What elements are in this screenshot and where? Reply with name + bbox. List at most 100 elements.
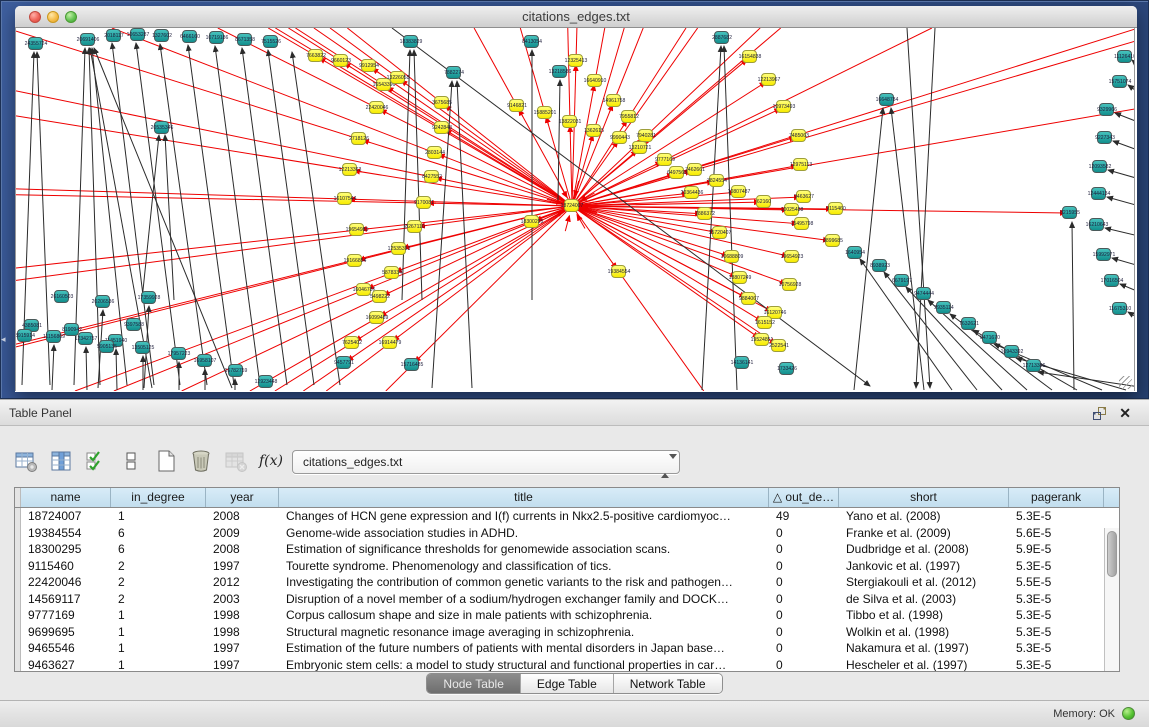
graph-node[interactable]: 2935114	[936, 301, 951, 314]
graph-node[interactable]: 18383829	[403, 35, 418, 48]
close-window-button[interactable]	[29, 11, 41, 23]
graph-node[interactable]: 20206536	[95, 295, 110, 308]
minimize-window-button[interactable]	[47, 11, 59, 23]
network-canvas[interactable]: 2435572420691406201811710653287132760264…	[15, 28, 1135, 391]
graph-node[interactable]: 2887682	[714, 31, 729, 44]
graph-node[interactable]: 10943392	[1004, 345, 1019, 358]
scrollbar-thumb[interactable]	[1107, 531, 1117, 577]
graph-node[interactable]: 6497568	[669, 166, 684, 179]
graph-node[interactable]: 26160503	[54, 290, 69, 303]
graph-node[interactable]: 1327602	[154, 29, 169, 42]
graph-node[interactable]: 24355724	[28, 37, 43, 50]
graph-node[interactable]: 19654985	[349, 223, 364, 236]
graph-node[interactable]: 1362615	[586, 124, 601, 137]
graph-node[interactable]: 9146821	[509, 99, 524, 112]
column-header-out_de[interactable]: △ out_de…	[769, 488, 839, 507]
table-row[interactable]: 1456911722003Disruption of a novel membe…	[15, 591, 1119, 608]
graph-node[interactable]: 7886372	[697, 207, 712, 220]
tab-network-table[interactable]: Network Table	[614, 674, 722, 693]
graph-node[interactable]: 3915914	[17, 329, 32, 342]
graph-node[interactable]: 9884067	[741, 292, 756, 305]
tab-edge-table[interactable]: Edge Table	[521, 674, 614, 693]
graph-node[interactable]: 19654923	[784, 250, 799, 263]
column-header-name[interactable]: name	[21, 488, 111, 507]
graph-node[interactable]: 17359928	[141, 291, 156, 304]
graph-node[interactable]: 20691406	[80, 33, 95, 46]
graph-node[interactable]: 15751074	[1112, 75, 1127, 88]
graph-node[interactable]: 16046786	[356, 283, 371, 296]
graph-node[interactable]: 9777169	[657, 153, 672, 166]
graph-node[interactable]: 17016504	[1104, 274, 1119, 287]
graph-node[interactable]: 12535393	[391, 242, 406, 255]
graph-node[interactable]: 13226058	[390, 71, 405, 84]
graph-node[interactable]: 9242848	[434, 121, 449, 134]
graph-node[interactable]: 22420046	[369, 101, 384, 114]
table-settings-icon[interactable]	[14, 449, 38, 473]
graph-node[interactable]: 3675685	[434, 96, 449, 109]
graph-node[interactable]: 5878334	[384, 266, 399, 279]
graph-node[interactable]: 14961758	[606, 94, 621, 107]
graph-node[interactable]: 10653287	[130, 28, 145, 41]
graph-node[interactable]: 13210721	[632, 141, 647, 154]
graph-node[interactable]: 10756928	[782, 278, 797, 291]
graph-node[interactable]: 1733426	[779, 362, 794, 375]
graph-node[interactable]: 20364436	[684, 186, 699, 199]
graph-node[interactable]: 13218586	[552, 65, 567, 78]
graph-node[interactable]: 9990443	[612, 131, 627, 144]
graph-node[interactable]: 7955812	[621, 110, 636, 123]
graph-node[interactable]: 11156869	[46, 330, 61, 343]
graph-node[interactable]: 6679197	[894, 274, 909, 287]
graph-node[interactable]: 8267110	[407, 220, 422, 233]
graph-node[interactable]: 20535346	[154, 121, 169, 134]
graph-node[interactable]: 5905135	[99, 340, 114, 353]
graph-node[interactable]: 15885201	[537, 106, 552, 119]
table-row[interactable]: 2242004622012Investigating the contribut…	[15, 574, 1119, 591]
graph-node[interactable]: 12213967	[761, 73, 776, 86]
graph-node[interactable]: 10719186	[209, 31, 224, 44]
graph-node[interactable]: 7625402	[344, 336, 359, 349]
table-row[interactable]: 969969511998Structural magnetic resonanc…	[15, 624, 1119, 641]
graph-node[interactable]: 8427552	[424, 170, 439, 183]
memory-status-indicator[interactable]	[1122, 707, 1135, 720]
column-checklist-icon[interactable]	[84, 449, 108, 473]
graph-node[interactable]: 7882274	[446, 66, 461, 79]
graph-node[interactable]: 15495798	[794, 217, 809, 230]
graph-node[interactable]: 2803144	[427, 146, 442, 159]
graph-node[interactable]: 7663822	[308, 49, 323, 62]
graph-node[interactable]: 16099489	[369, 311, 384, 324]
table-row[interactable]: 1872400712008Changes of HCN gene express…	[15, 508, 1119, 525]
graph-node[interactable]: 7515526	[263, 35, 278, 48]
graph-node[interactable]: 8215955	[1062, 206, 1077, 219]
graph-node[interactable]: 16640910	[587, 74, 602, 87]
graph-node[interactable]: 12444134	[1091, 187, 1106, 200]
float-panel-icon[interactable]	[1092, 406, 1107, 421]
graph-node[interactable]: 9660123	[333, 54, 348, 67]
graph-node[interactable]: 6466160	[182, 30, 197, 43]
column-header-short[interactable]: short	[839, 488, 1009, 507]
panel-collapse-arrow-icon[interactable]: ◂	[1, 331, 9, 347]
close-panel-icon[interactable]: ✕	[1119, 404, 1131, 422]
table-row[interactable]: 911546021997Tourette syndrome. Phenomeno…	[15, 558, 1119, 575]
graph-node[interactable]: 12923448	[258, 375, 273, 388]
graph-node[interactable]: 18300295	[524, 215, 539, 228]
graph-node[interactable]: 10807487	[731, 185, 746, 198]
graph-node[interactable]: 7632621	[961, 317, 976, 330]
graph-node[interactable]: 16648784	[879, 93, 894, 106]
graph-node[interactable]: 15992971	[1096, 248, 1111, 261]
graph-node[interactable]: 9457791	[336, 356, 351, 369]
graph-node[interactable]: 15716485	[404, 358, 419, 371]
graph-node[interactable]: 8938923	[872, 259, 887, 272]
graph-node[interactable]: 8190942	[64, 323, 79, 336]
graph-node[interactable]: 7485063	[791, 129, 806, 142]
graph-node[interactable]: 15720407	[712, 226, 727, 239]
graph-node[interactable]: 16958107	[197, 354, 212, 367]
graph-node[interactable]: 10025488	[784, 203, 799, 216]
delete-column-icon[interactable]	[189, 449, 213, 473]
table-row[interactable]: 977716911998Corpus callosum shape and si…	[15, 607, 1119, 624]
column-header-year[interactable]: year	[206, 488, 279, 507]
delete-table-icon[interactable]	[224, 449, 248, 473]
row-height-icon[interactable]	[119, 449, 143, 473]
graph-node[interactable]: 9115460	[828, 202, 843, 215]
select-columns-icon[interactable]	[49, 449, 73, 473]
graph-node[interactable]: 11675310	[1112, 302, 1127, 315]
